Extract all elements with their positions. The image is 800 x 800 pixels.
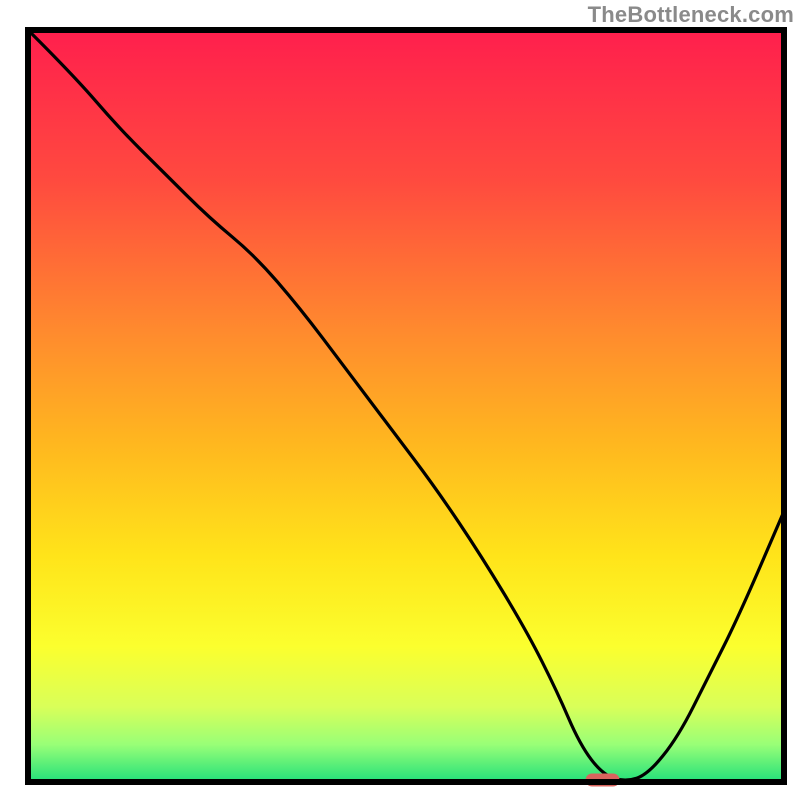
watermark-label: TheBottleneck.com	[588, 2, 794, 28]
gradient-background	[28, 30, 784, 782]
bottleneck-chart	[0, 0, 800, 800]
chart-frame: TheBottleneck.com	[0, 0, 800, 800]
